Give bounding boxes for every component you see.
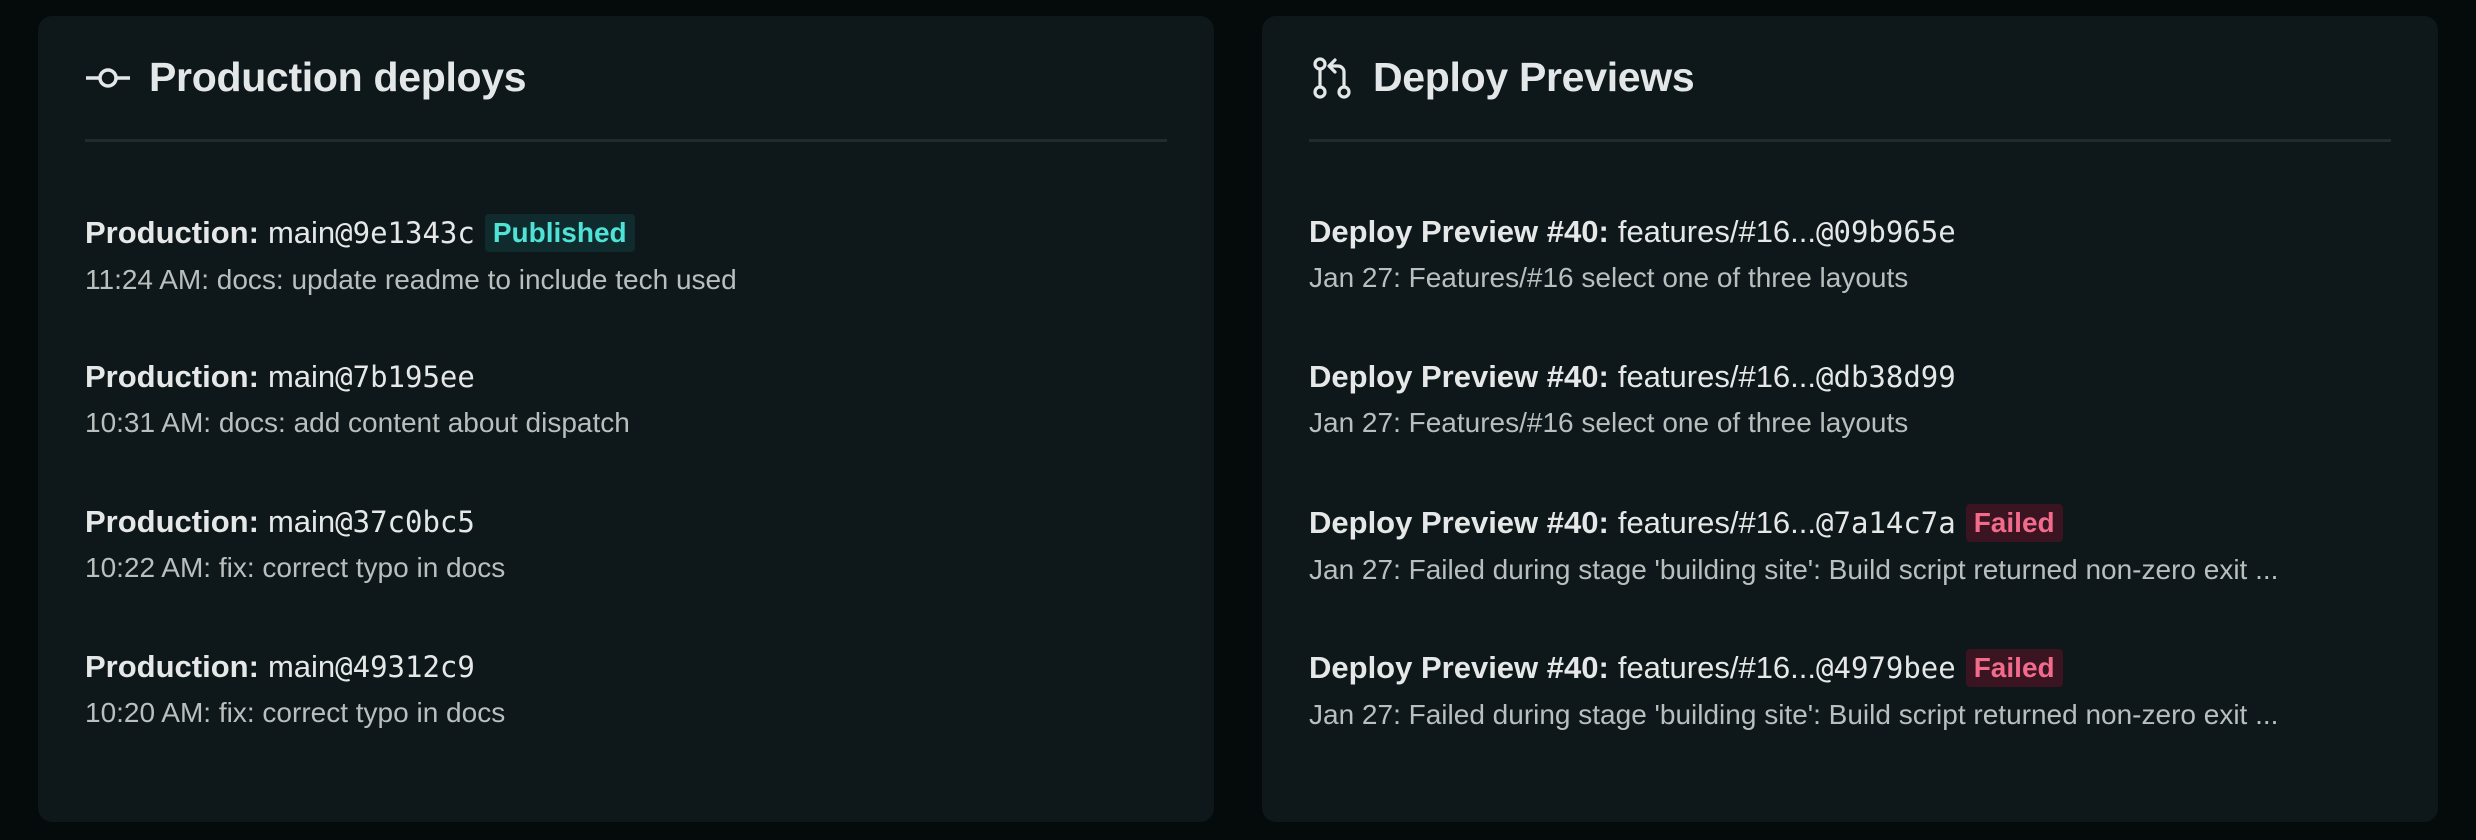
deploy-item-title[interactable]: Production: main @9e1343c Published (85, 214, 1167, 252)
deploy-item-title[interactable]: Production: main @7b195ee (85, 359, 1167, 395)
deploy-list-item[interactable]: Production: main @7b195ee 10:31 AM: docs: … (85, 323, 1167, 468)
status-badge-failed: Failed (1965, 649, 2063, 687)
deploy-branch: main (267, 504, 336, 539)
deploy-commit-sha: 49312c9 (352, 650, 475, 684)
deploy-commit-sha: 9e1343c (352, 216, 475, 250)
deploy-item-title[interactable]: Deploy Preview #40: features/#16... @7a14c… (1309, 504, 2391, 542)
deploy-context: Deploy Preview #40 (1309, 505, 1599, 540)
deploy-list-item[interactable]: Production: main @49312c9 10:20 AM: fix: c… (85, 613, 1167, 758)
deploy-commit-sha: 09b965e (1833, 215, 1956, 249)
deploy-commit-sha: 7b195ee (352, 360, 475, 394)
deploy-commit-sha: 37c0bc5 (352, 505, 475, 539)
deploy-list-item[interactable]: Deploy Preview #40: features/#16... @4979b… (1309, 613, 2391, 758)
deploy-list-item[interactable]: Production: main @9e1343c Published 11:24 … (85, 178, 1167, 323)
deploy-item-title[interactable]: Production: main @49312c9 (85, 649, 1167, 685)
deploy-context: Production (85, 215, 249, 250)
deploy-previews-header: Deploy Previews (1309, 16, 2391, 142)
deploy-commit-sha: 7a14c7a (1833, 506, 1956, 540)
deploy-context: Deploy Preview #40 (1309, 359, 1599, 394)
deploy-item-subtitle: 11:24 AM: docs: update readme to include… (85, 264, 737, 295)
deploy-branch: features/#16... (1617, 505, 1817, 540)
deploy-branch: main (267, 649, 336, 684)
deploy-item-title[interactable]: Deploy Preview #40: features/#16... @09b96… (1309, 214, 2391, 250)
deploy-branch: features/#16... (1617, 359, 1817, 394)
deploy-branch: main (267, 215, 336, 250)
git-commit-icon (85, 55, 131, 101)
deploy-context: Deploy Preview #40 (1309, 650, 1599, 685)
production-deploys-card: Production deploys Production: main @9e134… (38, 16, 1214, 822)
deploy-item-title[interactable]: Deploy Preview #40: features/#16... @4979b… (1309, 649, 2391, 687)
deploy-item-subtitle: Jan 27: Features/#16 select one of three… (1309, 262, 1909, 293)
deploy-previews-title: Deploy Previews (1373, 54, 1695, 100)
deploy-context: Production (85, 504, 249, 539)
production-deploys-header: Production deploys (85, 16, 1167, 142)
deploy-item-subtitle: Jan 27: Failed during stage 'building si… (1309, 699, 2279, 730)
production-deploy-list: Production: main @9e1343c Published 11:24 … (85, 178, 1167, 758)
deploy-list-item[interactable]: Deploy Preview #40: features/#16... @09b96… (1309, 178, 2391, 323)
status-badge-failed: Failed (1965, 504, 2063, 542)
deploy-item-title[interactable]: Production: main @37c0bc5 (85, 504, 1167, 540)
deploy-branch: main (267, 359, 336, 394)
production-deploys-title: Production deploys (149, 54, 527, 100)
deploy-list-item[interactable]: Deploy Preview #40: features/#16... @ db38d… (1309, 323, 2391, 468)
status-badge-published: Published (484, 214, 635, 252)
deploy-context: Deploy Preview #40 (1309, 214, 1599, 249)
deploy-context: Production (85, 359, 249, 394)
deploy-commit-sha: db38d99 (1833, 360, 1956, 394)
deploy-item-subtitle: 10:22 AM: fix: correct typo in docs (85, 552, 506, 583)
deploy-item-subtitle: 10:20 AM: fix: correct typo in docs (85, 697, 506, 728)
deploy-branch: features/#16... (1617, 650, 1817, 685)
deploy-item-subtitle: Jan 27: Failed during stage 'building si… (1309, 554, 2279, 585)
deploy-previews-card: Deploy Previews Deploy Preview #40: featu… (1262, 16, 2438, 822)
deploy-item-subtitle: 10:31 AM: docs: add content about dispat… (85, 407, 630, 438)
deploy-list-item[interactable]: Deploy Preview #40: features/#16... @7a14c… (1309, 468, 2391, 613)
git-pull-request-icon (1309, 55, 1355, 101)
deploy-commit-sha: 4979bee (1833, 651, 1956, 685)
deploy-list-item[interactable]: Production: main @37c0bc5 10:22 AM: fix: c… (85, 468, 1167, 613)
deploy-item-title[interactable]: Deploy Preview #40: features/#16... @ db38d… (1309, 359, 2391, 395)
deploy-branch: features/#16... (1617, 214, 1817, 249)
deploy-preview-list: Deploy Preview #40: features/#16... @09b96… (1309, 178, 2391, 758)
deploy-item-subtitle: Jan 27: Features/#16 select one of three… (1309, 407, 1909, 438)
deploy-context: Production (85, 649, 249, 684)
